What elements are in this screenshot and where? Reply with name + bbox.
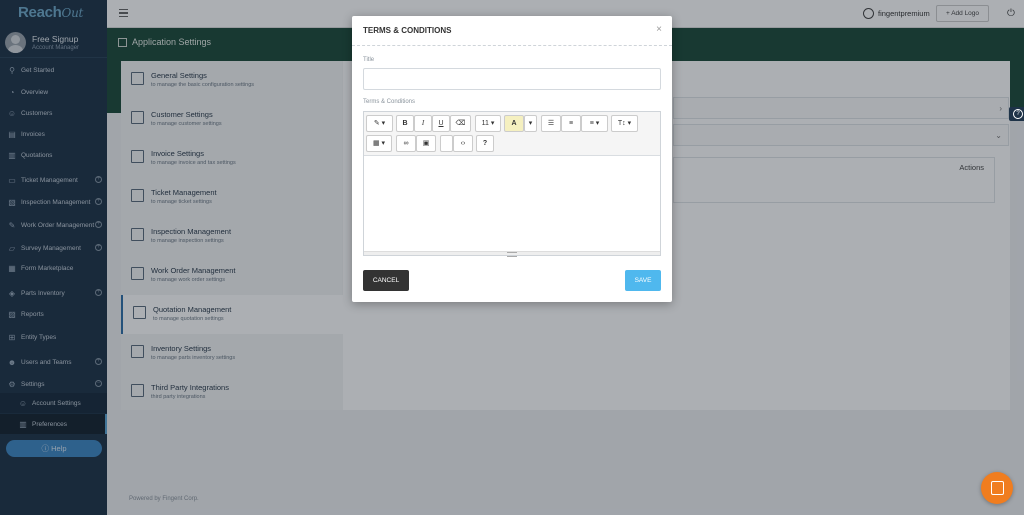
save-button[interactable]: SAVE (625, 270, 661, 291)
numbered-list-icon[interactable]: ≡ (561, 115, 581, 132)
text-color-dropdown[interactable]: ▾ (524, 115, 537, 132)
font-size-dropdown[interactable]: 11 ▾ (475, 115, 501, 132)
bold-button[interactable]: B (396, 115, 414, 132)
table-dropdown[interactable]: ▦ ▾ (366, 135, 392, 152)
line-height-icon: T↕ (617, 120, 626, 127)
italic-button[interactable]: I (414, 115, 432, 132)
align-icon: ≡ (589, 120, 594, 127)
help-icon[interactable]: ? (476, 135, 494, 152)
code-view-icon[interactable]: ‹› (453, 135, 473, 152)
eraser-icon[interactable]: ⌫ (450, 115, 471, 132)
editor-content-area[interactable] (364, 156, 660, 252)
modal-title: TERMS & CONDITIONS (352, 16, 672, 46)
terms-label: Terms & Conditions (363, 99, 416, 105)
side-help-icon[interactable] (1009, 107, 1024, 121)
table-icon: ▦ (372, 140, 380, 147)
image-icon[interactable]: ▣ (416, 135, 436, 152)
chat-bubble-icon[interactable] (981, 472, 1013, 504)
magic-wand-icon: ✎ (373, 120, 380, 127)
fullscreen-icon[interactable] (440, 135, 453, 152)
link-icon[interactable]: ∞ (396, 135, 416, 152)
cancel-button[interactable]: CANCEL (363, 270, 409, 291)
title-input[interactable] (363, 68, 661, 90)
close-icon[interactable]: × (656, 24, 662, 35)
line-height-dropdown[interactable]: T↕ ▾ (611, 115, 638, 132)
bullet-list-icon[interactable]: ☰ (541, 115, 561, 132)
style-dropdown[interactable]: ✎ ▾ (366, 115, 393, 132)
underline-button[interactable]: U (432, 115, 450, 132)
terms-modal: TERMS & CONDITIONS × Title Terms & Condi… (352, 16, 672, 302)
align-dropdown[interactable]: ≡ ▾ (581, 115, 608, 132)
text-color-icon[interactable]: A (504, 115, 524, 132)
editor-toolbar: ✎ ▾ B I U ⌫ 11 ▾ A ▾ ☰ ≡ ≡ ▾ T↕ ▾ ▦ ▾ ∞ … (364, 112, 660, 156)
title-label: Title (363, 57, 375, 63)
resize-handle[interactable] (364, 251, 660, 257)
rich-text-editor: ✎ ▾ B I U ⌫ 11 ▾ A ▾ ☰ ≡ ≡ ▾ T↕ ▾ ▦ ▾ ∞ … (363, 111, 661, 257)
